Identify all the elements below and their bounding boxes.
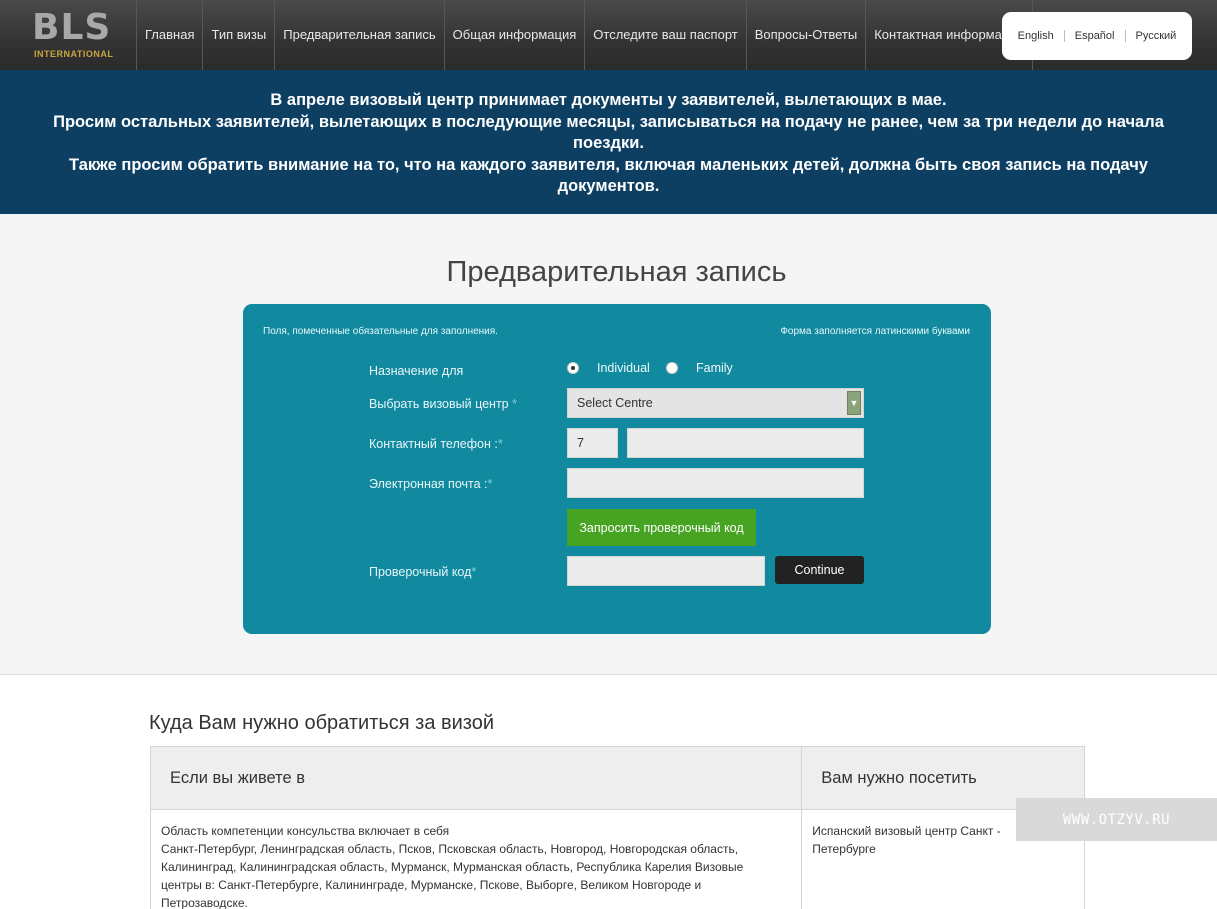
lang-spanish[interactable]: Español bbox=[1063, 30, 1125, 42]
cell-text-line: Калининград, Калининградская область, Му… bbox=[161, 860, 744, 874]
cell-text-line: Петербурге bbox=[812, 842, 876, 856]
centre-select-value: Select Centre bbox=[577, 396, 653, 410]
continue-button[interactable]: Continue bbox=[775, 556, 864, 584]
request-code-button[interactable]: Запросить проверочный код bbox=[567, 509, 756, 546]
verification-code-label: Проверочный код* bbox=[369, 565, 477, 579]
required-fields-note: Поля, помеченные обязательные для заполн… bbox=[263, 326, 498, 337]
phone-label: Контактный телефон :* bbox=[369, 437, 503, 451]
main-menu: Главная Тип визы Предварительная запись … bbox=[136, 0, 1033, 70]
table-header-row: Если вы живете в Вам нужно посетить bbox=[149, 746, 1085, 810]
logo-subtitle: INTERNATIONAL bbox=[34, 49, 114, 59]
announcement-line: Также просим обратить внимание на то, чт… bbox=[69, 155, 1148, 196]
column-header-residence: Если вы живете в bbox=[149, 746, 803, 810]
nav-faq[interactable]: Вопросы-Ответы bbox=[745, 0, 866, 70]
residence-regions-cell: Область компетенции консульства включает… bbox=[149, 809, 803, 909]
nav-general-info[interactable]: Общая информация bbox=[443, 0, 585, 70]
email-label: Электронная почта :* bbox=[369, 477, 493, 491]
lang-russian[interactable]: Русский bbox=[1124, 30, 1187, 42]
phone-number-input[interactable] bbox=[627, 428, 864, 458]
centre-label: Выбрать визовый центр * bbox=[369, 397, 517, 411]
phone-code-input[interactable]: 7 bbox=[567, 428, 618, 458]
cell-text-line: Петрозаводске. bbox=[161, 896, 248, 909]
chevron-down-icon[interactable]: ▼ bbox=[847, 391, 861, 415]
announcement-line: Просим остальных заявителей, вылетающих … bbox=[53, 112, 1164, 153]
language-switcher: English Español Русский bbox=[1002, 12, 1192, 60]
radio-family[interactable] bbox=[666, 362, 678, 374]
watermark: WWW.OTZYV.RU bbox=[1016, 798, 1217, 841]
nav-track-passport[interactable]: Отследите ваш паспорт bbox=[584, 0, 745, 70]
cell-text-line: центры в: Санкт-Петербурге, Калининграде… bbox=[161, 878, 702, 892]
latin-letters-note: Форма заполняется латинскими буквами bbox=[780, 326, 970, 337]
lang-english[interactable]: English bbox=[1008, 30, 1064, 42]
cell-text-line: Область компетенции консульства включает… bbox=[161, 824, 450, 838]
radio-individual[interactable] bbox=[567, 362, 579, 374]
announcement-line: В апреле визовый центр принимает докумен… bbox=[270, 91, 947, 109]
centre-select[interactable]: Select Centre ▼ bbox=[567, 388, 864, 418]
verification-code-input[interactable] bbox=[567, 556, 765, 586]
appointment-form: Поля, помеченные обязательные для заполн… bbox=[243, 304, 991, 634]
page-title: Предварительная запись bbox=[446, 256, 787, 288]
purpose-label: Назначение для bbox=[369, 364, 464, 378]
bls-logo[interactable]: BLS INTERNATIONAL bbox=[32, 8, 116, 62]
radio-family-label[interactable]: Family bbox=[696, 361, 733, 375]
cell-text-line: Санкт-Петербург, Ленинградская область, … bbox=[161, 842, 739, 856]
table-row: Область компетенции консульства включает… bbox=[149, 809, 1085, 909]
top-navigation-bar: BLS INTERNATIONAL Главная Тип визы Предв… bbox=[0, 0, 1217, 70]
nav-home[interactable]: Главная bbox=[136, 0, 202, 70]
nav-visa-type[interactable]: Тип визы bbox=[202, 0, 274, 70]
visa-info-heading: Куда Вам нужно обратиться за визой bbox=[149, 712, 495, 734]
announcement-banner: В апреле визовый центр принимает докумен… bbox=[0, 70, 1217, 214]
nav-appointment[interactable]: Предварительная запись bbox=[274, 0, 443, 70]
email-input[interactable] bbox=[567, 468, 864, 498]
logo-text: BLS bbox=[32, 7, 112, 48]
visa-centres-table: Если вы живете в Вам нужно посетить Обла… bbox=[149, 746, 1085, 909]
appointment-section: Предварительная запись Поля, помеченные … bbox=[0, 214, 1217, 675]
radio-individual-label[interactable]: Individual bbox=[597, 361, 650, 375]
